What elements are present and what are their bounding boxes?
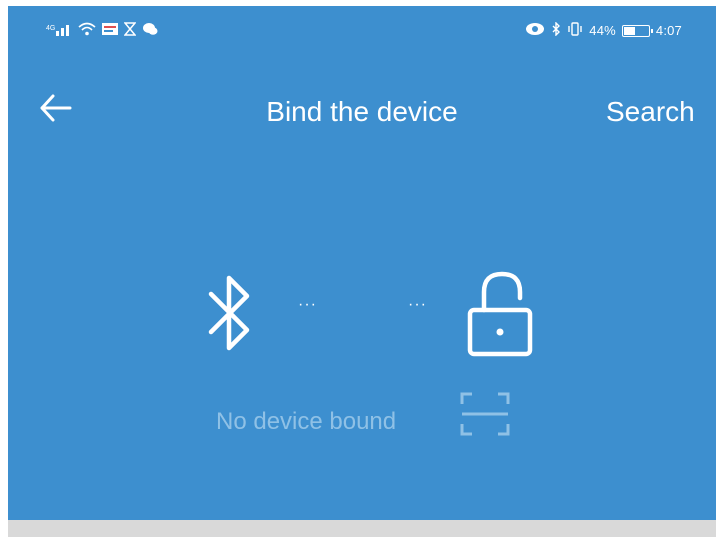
wifi-icon — [78, 22, 96, 39]
connection-dots-right: ··· — [408, 296, 427, 313]
search-button[interactable]: Search — [606, 96, 716, 128]
eye-icon — [525, 22, 545, 39]
battery-icon — [621, 24, 653, 37]
svg-text:4G: 4G — [46, 25, 55, 32]
bluetooth-icon — [203, 268, 263, 358]
message-icon — [102, 22, 118, 39]
header-panel: 4G 44% 4:07 Bind the device Search ··· ·… — [8, 6, 716, 520]
bluetooth-status-icon — [551, 21, 561, 39]
signal-icon: 4G — [46, 22, 72, 39]
connection-dots-left: ··· — [298, 296, 317, 313]
back-arrow-icon — [40, 94, 72, 122]
status-right: 44% 4:07 — [525, 21, 682, 39]
status-bar: 4G 44% 4:07 — [8, 6, 716, 52]
content-area — [8, 520, 716, 537]
app-header: Bind the device Search — [8, 72, 716, 146]
vibrate-icon — [567, 22, 583, 39]
binding-status: No device bound — [8, 396, 716, 444]
back-button[interactable] — [38, 90, 74, 126]
clock: 4:07 — [655, 23, 682, 38]
battery-percent: 44% — [589, 23, 616, 38]
scan-button[interactable] — [458, 390, 512, 438]
app-screen: 4G 44% 4:07 Bind the device Search ··· ·… — [8, 6, 716, 537]
scan-icon — [460, 392, 510, 436]
status-left: 4G — [46, 22, 158, 39]
chat-icon — [142, 22, 158, 39]
unlocked-lock-icon — [464, 268, 536, 360]
no-device-label: No device bound — [216, 408, 397, 435]
hourglass-icon — [123, 22, 137, 39]
